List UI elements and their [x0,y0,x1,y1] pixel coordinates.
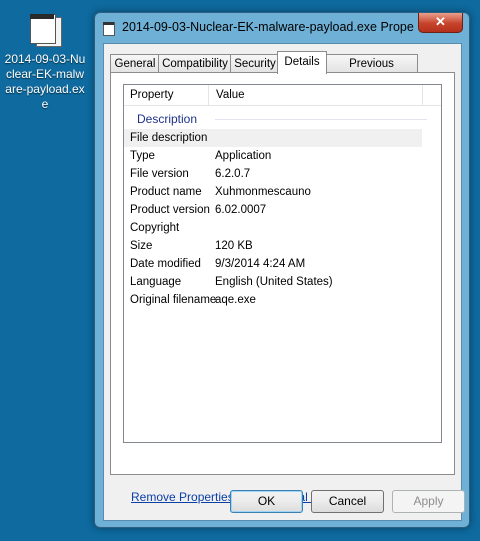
cancel-button[interactable]: Cancel [311,490,384,513]
title-bar[interactable]: 2014-09-03-Nuclear-EK-malware-payload.ex… [95,13,469,43]
property-value: aqe.exe [215,294,256,306]
apply-button[interactable]: Apply [392,490,465,513]
column-header-property[interactable]: Property [130,85,173,105]
tab-security[interactable]: Security [230,54,280,73]
executable-file-icon [30,14,62,47]
details-tab-content: Property Value Description File descript… [110,72,455,504]
table-row[interactable]: Size 120 KB [124,237,441,255]
table-row[interactable]: File description [124,129,422,147]
property-name: File version [130,168,189,180]
property-name: File description [130,132,208,144]
property-value: 9/3/2014 4:24 AM [215,258,306,270]
property-name: Size [130,240,153,252]
column-header-value[interactable]: Value [216,85,245,105]
desktop-file-icon[interactable]: 2014-09-03-Nuclear-EK-malware-payload.ex… [4,14,86,112]
table-row[interactable]: Copyright [124,219,441,237]
property-name: Language [130,276,182,288]
properties-list[interactable]: Property Value Description File descript… [123,84,442,443]
property-value: Xuhmonmescauno [215,186,311,198]
property-name: Original filename [130,294,217,306]
tab-details[interactable]: Details [277,51,327,74]
property-value: 6.02.0007 [215,204,267,216]
close-button[interactable]: ✕ [418,13,463,33]
table-row[interactable]: Product name Xuhmonmescauno [124,183,441,201]
property-value: 120 KB [215,240,253,252]
properties-window: 2014-09-03-Nuclear-EK-malware-payload.ex… [94,12,470,528]
dialog-panel: General Compatibility Security Details P… [103,43,465,521]
property-name: Date modified [130,258,201,270]
ok-button[interactable]: OK [230,490,303,513]
property-value: English (United States) [215,276,333,288]
list-header: Property Value [124,85,441,106]
table-row[interactable]: Language English (United States) [124,273,441,291]
property-name: Product name [130,186,202,198]
group-header-description[interactable]: Description [137,112,197,126]
table-row[interactable]: Original filename aqe.exe [124,291,441,309]
group-divider [215,119,427,120]
property-name: Copyright [130,222,180,234]
window-file-icon [103,22,115,36]
window-title: 2014-09-03-Nuclear-EK-malware-payload.ex… [122,20,414,34]
table-row[interactable]: Date modified 9/3/2014 4:24 AM [124,255,441,273]
property-name: Product version [130,204,210,216]
property-value: Application [215,150,272,162]
table-row[interactable]: Product version 6.02.0007 [124,201,441,219]
tab-general[interactable]: General [110,54,160,73]
tab-previous-versions[interactable]: Previous Versions [325,54,418,88]
tab-compatibility[interactable]: Compatibility [158,54,232,73]
property-value: 6.2.0.7 [215,168,251,180]
table-row[interactable]: Type Application [124,147,441,165]
property-name: Type [130,150,155,162]
desktop-file-label: 2014-09-03-Nuclear-EK-malware-payload.ex… [4,52,86,111]
table-row[interactable]: File version 6.2.0.7 [124,165,441,183]
